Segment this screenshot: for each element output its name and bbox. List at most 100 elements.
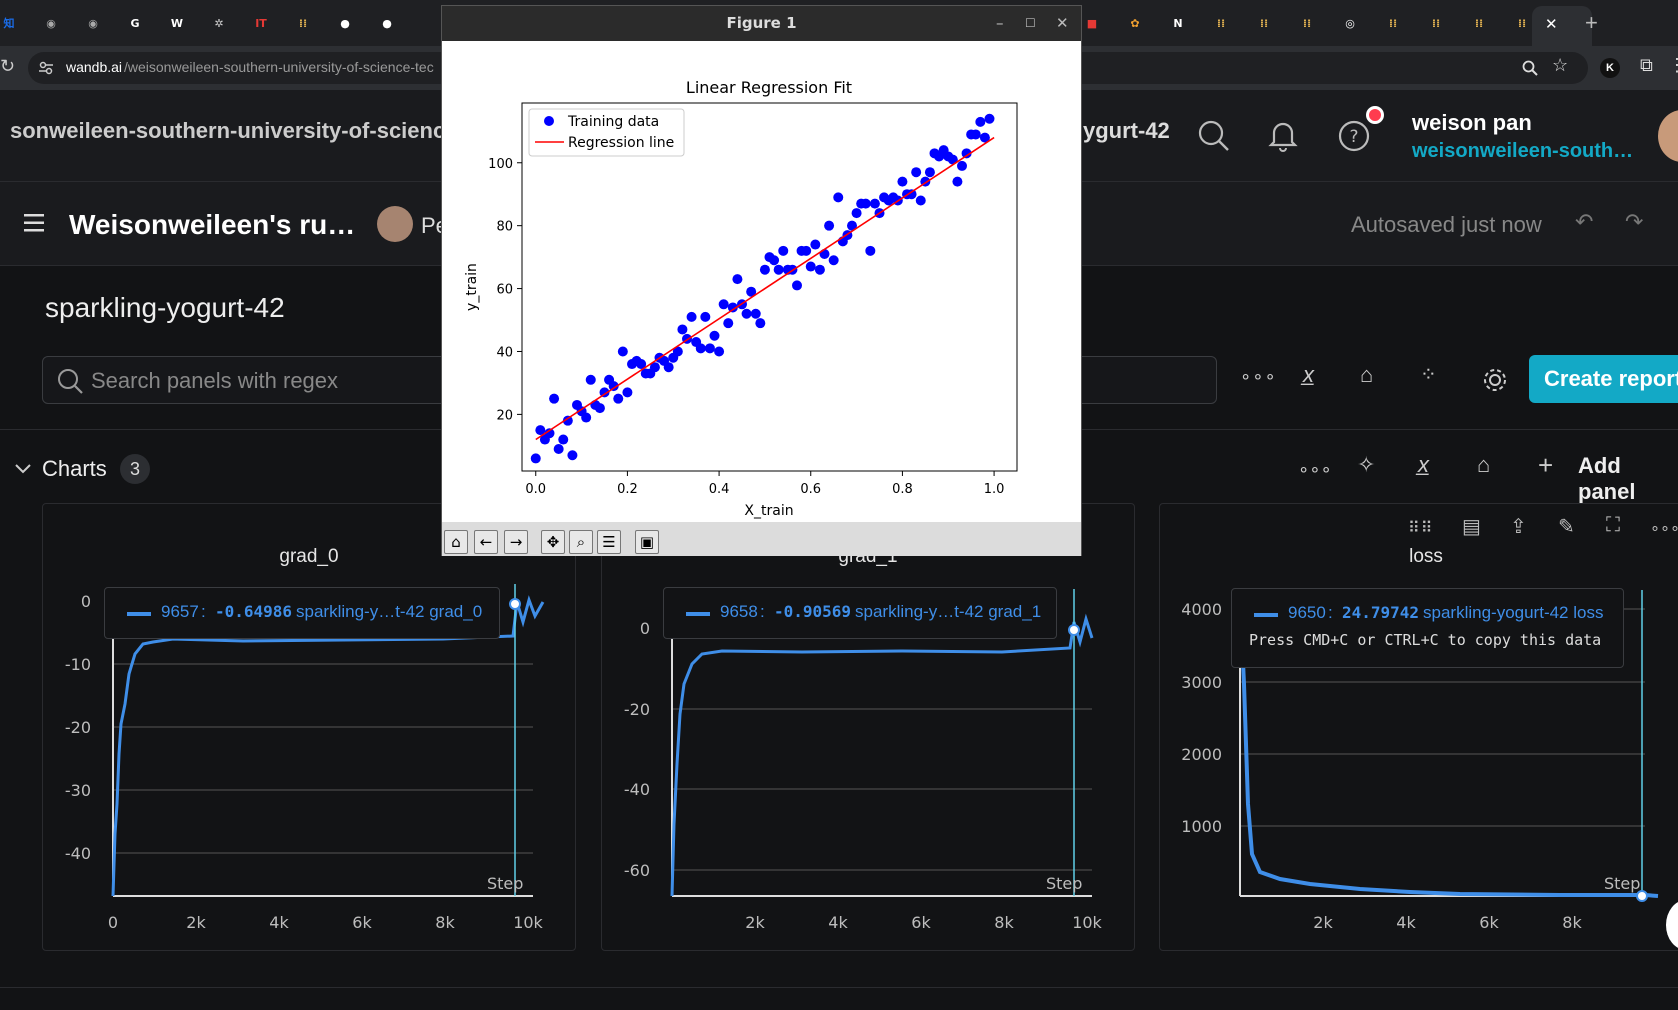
close-window-icon[interactable]: ✕ xyxy=(1056,6,1069,41)
grad-0-line-chart: 0 -10 -20 -30 -40 0 2k 4k 6k 8k 10k Step xyxy=(65,584,545,932)
pan-icon[interactable]: ✥ xyxy=(541,530,565,554)
close-tab-icon[interactable]: ✕ xyxy=(1545,15,1558,33)
configure-icon[interactable]: ☰ xyxy=(597,530,621,554)
site-info-icon[interactable] xyxy=(38,60,54,76)
training-data-point xyxy=(549,393,560,404)
breadcrumb-run[interactable]: ygurt-42 xyxy=(1083,118,1170,144)
x-axis-settings-icon[interactable]: x̲ xyxy=(1303,362,1314,388)
user-avatar[interactable] xyxy=(1658,110,1678,162)
y-tick-label: 40 xyxy=(496,345,513,360)
training-data-point xyxy=(558,434,569,445)
tab-favicon-icon[interactable]: ✿ xyxy=(1126,14,1144,32)
training-data-point xyxy=(530,453,541,464)
user-org[interactable]: weisonweileen-south… xyxy=(1412,140,1633,163)
minimize-icon[interactable]: – xyxy=(996,6,1004,41)
smoothing-icon[interactable]: ⌂ xyxy=(1360,362,1373,388)
hover-tooltip: 9657 : -0.64986 sparkling-y…t-42 grad_0 xyxy=(104,587,500,639)
home-icon[interactable]: ⌂ xyxy=(444,530,468,554)
settings-gear-icon[interactable] xyxy=(1482,367,1508,393)
redo-icon[interactable]: ↷ xyxy=(1625,209,1643,235)
chart-title: Linear Regression Fit xyxy=(686,78,852,97)
back-icon[interactable]: ← xyxy=(474,530,498,554)
x-tick-label: 10k xyxy=(1072,913,1102,932)
user-name[interactable]: weison pan xyxy=(1412,110,1532,136)
training-data-point xyxy=(833,192,844,203)
section-title[interactable]: Charts xyxy=(42,456,107,482)
undo-icon[interactable]: ↶ xyxy=(1575,209,1593,235)
x-tick-label: 4k xyxy=(269,913,289,932)
section-count-badge: 3 xyxy=(120,454,150,484)
x-tick-label: 0.6 xyxy=(800,482,821,497)
chart-panel-grad-1[interactable]: grad_1 0 -20 -40 -60 2k 4k 6k 8k 10k Ste… xyxy=(601,503,1135,951)
x-tick-label: 2k xyxy=(745,913,765,932)
tab-favicon-icon[interactable]: ⁞⁞ xyxy=(1298,14,1316,32)
section-smoothing-icon[interactable]: ⌂ xyxy=(1477,452,1490,478)
tab-favicon-icon[interactable]: ⁞⁞ xyxy=(1470,14,1488,32)
tab-favicon-icon[interactable]: ⁞⁞ xyxy=(1384,14,1402,32)
tab-favicon-icon[interactable]: ● xyxy=(378,14,396,32)
hamburger-menu-icon[interactable] xyxy=(24,214,44,232)
create-report-button[interactable]: Create report xyxy=(1529,355,1678,403)
tab-favicon-icon[interactable]: ⁞⁞ xyxy=(1513,14,1531,32)
tab-favicon-icon[interactable]: ◎ xyxy=(1341,14,1359,32)
tab-favicon-icon[interactable]: N xyxy=(1169,14,1187,32)
tab-favicon-icon[interactable]: IT xyxy=(252,14,270,32)
tab-favicon-icon[interactable]: W xyxy=(168,14,186,32)
y-tick-label: 0 xyxy=(81,592,91,611)
zoom-page-icon[interactable] xyxy=(1522,60,1538,76)
collaborator-avatar[interactable] xyxy=(377,206,413,242)
add-panel-plus-icon[interactable]: + xyxy=(1538,450,1553,481)
extensions-puzzle-icon[interactable]: ⧉ xyxy=(1640,55,1653,76)
matplotlib-figure-window[interactable]: Figure 1 – ☐ ✕ Linear Regression Fit 0.0… xyxy=(441,5,1082,556)
run-page-title: Weisonweileen's ru… xyxy=(69,209,356,240)
tab-favicon-icon[interactable]: ■ xyxy=(1083,14,1101,32)
section-more-icon[interactable]: ∘∘∘ xyxy=(1298,459,1332,480)
outliers-icon[interactable]: ⁘ xyxy=(1420,362,1437,387)
save-icon[interactable]: ▣ xyxy=(635,530,659,554)
breadcrumb-entity[interactable]: sonweileen-southern-university-of-scienc xyxy=(10,118,445,144)
section-x-axis-icon[interactable]: x̲ xyxy=(1418,452,1429,478)
loss-line-chart: 4000 3000 2000 1000 2k 4k 6k 8k Step xyxy=(1181,590,1659,932)
pin-icon[interactable]: ✧ xyxy=(1357,452,1375,478)
search-icon[interactable] xyxy=(1198,120,1230,152)
tab-favicon-icon[interactable]: ◉ xyxy=(84,14,102,32)
tooltip-series: sparkling-y…t-42 grad_0 xyxy=(296,602,483,621)
training-data-point xyxy=(851,208,862,219)
maximize-icon[interactable]: ☐ xyxy=(1025,6,1036,41)
more-options-icon[interactable]: ∘∘∘ xyxy=(1240,366,1277,387)
bookmark-star-icon[interactable]: ☆ xyxy=(1552,55,1568,76)
collapse-chevron-icon[interactable] xyxy=(14,462,32,476)
active-tab[interactable]: ✕ xyxy=(1532,6,1592,46)
tooltip-value: -0.64986 xyxy=(215,602,293,621)
tab-favicon-icon[interactable]: ✲ xyxy=(210,14,228,32)
tab-favicon-icon[interactable]: ● xyxy=(336,14,354,32)
tab-favicon-icon[interactable]: ⁞⁞ xyxy=(294,14,312,32)
training-data-point xyxy=(911,167,922,178)
add-panel-button[interactable]: Add panel xyxy=(1578,453,1678,505)
training-data-point xyxy=(581,412,592,423)
notifications-bell-icon[interactable] xyxy=(1268,120,1298,152)
help-icon[interactable]: ? xyxy=(1338,120,1370,152)
chart-panel-grad-0[interactable]: grad_0 0 -10 -20 -30 -40 0 2k 4k 6k 8k 1… xyxy=(42,503,576,951)
zoom-icon[interactable]: ⌕ xyxy=(569,530,593,554)
chart-panel-loss[interactable]: loss ⠿⠿ ▤ ⇪ ✎ ⛶ ∘∘∘ 4000 3000 2000 1000 … xyxy=(1159,503,1678,951)
training-data-point xyxy=(567,450,578,461)
x-tick-label: 6k xyxy=(1479,913,1499,932)
forward-icon[interactable]: → xyxy=(504,530,528,554)
tab-favicon-icon[interactable]: ⁞⁞ xyxy=(1255,14,1273,32)
x-tick-label: 8k xyxy=(1562,913,1582,932)
training-data-point xyxy=(810,239,821,250)
window-title-bar[interactable]: Figure 1 – ☐ ✕ xyxy=(442,6,1081,41)
tab-favicon-icon[interactable]: 知 xyxy=(0,14,18,32)
training-data-point xyxy=(952,176,963,187)
legend-label: Regression line xyxy=(568,135,674,151)
tab-favicon-icon[interactable]: ⁞⁞ xyxy=(1427,14,1445,32)
tab-favicon-icon[interactable]: ◉ xyxy=(42,14,60,32)
new-tab-icon[interactable]: + xyxy=(1585,10,1598,36)
browser-menu-icon[interactable]: ⋮ xyxy=(1668,55,1678,76)
tab-favicon-icon[interactable]: ⁞⁞ xyxy=(1212,14,1230,32)
extension-k-icon[interactable]: K xyxy=(1600,58,1620,78)
reload-icon[interactable]: ↻ xyxy=(0,56,15,77)
tab-favicon-icon[interactable]: G xyxy=(126,14,144,32)
url-path: /weisonweileen-southern-university-of-sc… xyxy=(124,59,434,75)
